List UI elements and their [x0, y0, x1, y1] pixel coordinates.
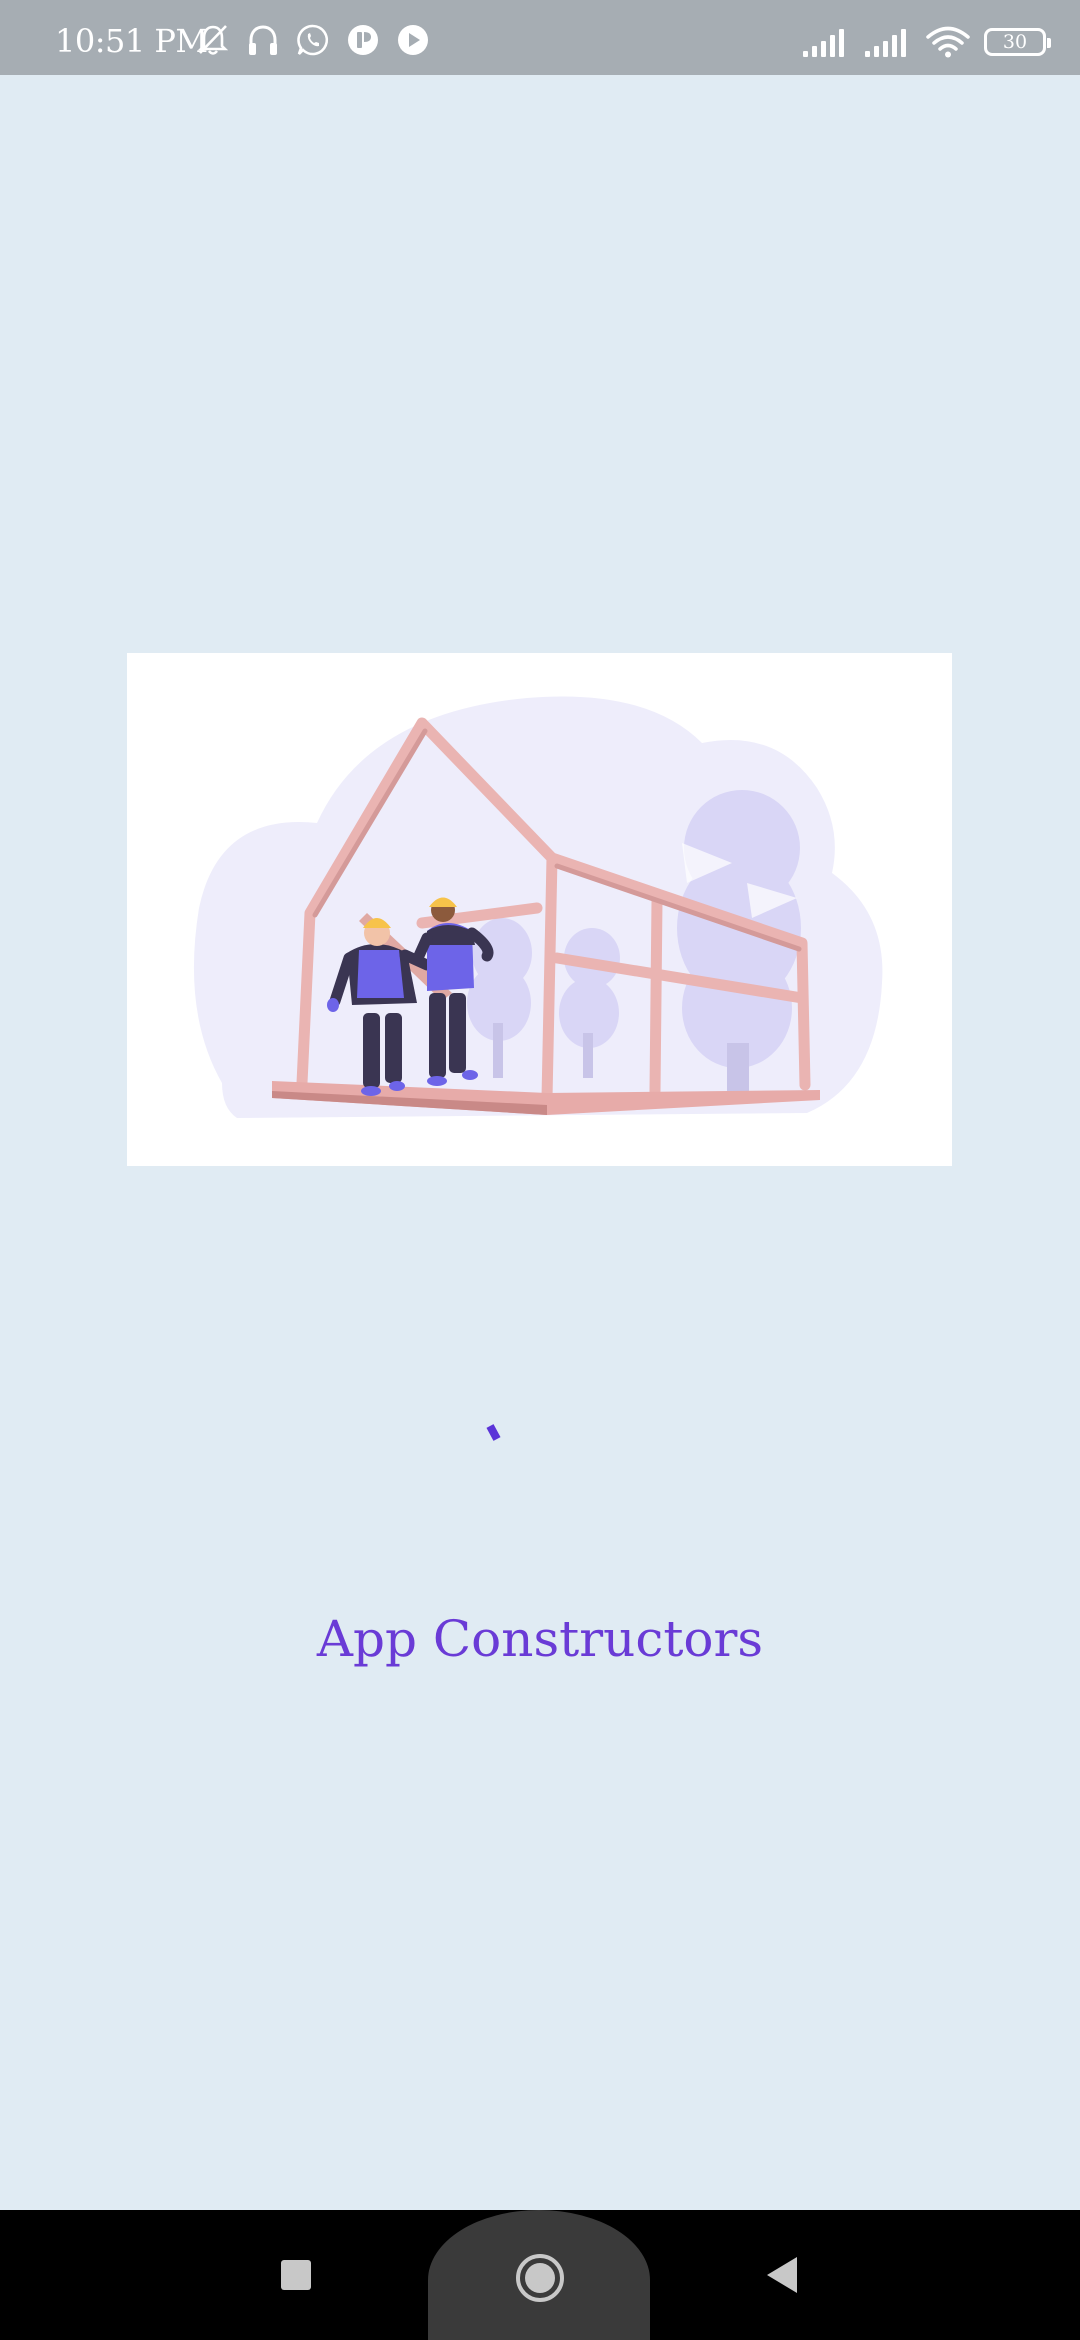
splash-screen: 10:51 PM 30 App Constructors — [0, 0, 1080, 2340]
back-triangle-icon — [767, 2257, 797, 2293]
home-circle-icon — [516, 2254, 564, 2302]
whatsapp-icon — [297, 24, 329, 56]
headphones-icon — [249, 25, 277, 55]
battery-icon: 30 — [984, 28, 1051, 56]
construction-illustration — [127, 653, 952, 1166]
bell-muted-icon — [197, 25, 229, 55]
battery-level: 30 — [1002, 31, 1028, 53]
app-name: App Constructors — [316, 1610, 764, 1668]
signal-icon — [865, 29, 906, 57]
navigation-bar — [0, 2210, 1080, 2340]
signal-icon — [803, 29, 844, 57]
construction-workers-image — [193, 696, 883, 1118]
notification-icons — [195, 22, 431, 58]
loading-spinner — [486, 1424, 501, 1441]
back-button[interactable] — [762, 2250, 802, 2300]
status-bar: 10:51 PM 30 — [0, 0, 1080, 75]
system-icons: 30 — [802, 26, 1051, 58]
play-icon — [398, 25, 428, 55]
home-button[interactable] — [512, 2250, 568, 2306]
square-icon — [281, 2260, 311, 2290]
app-notification-icon — [348, 25, 378, 55]
wifi-icon — [926, 26, 970, 58]
recents-button[interactable] — [276, 2250, 316, 2300]
status-time: 10:51 PM — [55, 22, 208, 60]
